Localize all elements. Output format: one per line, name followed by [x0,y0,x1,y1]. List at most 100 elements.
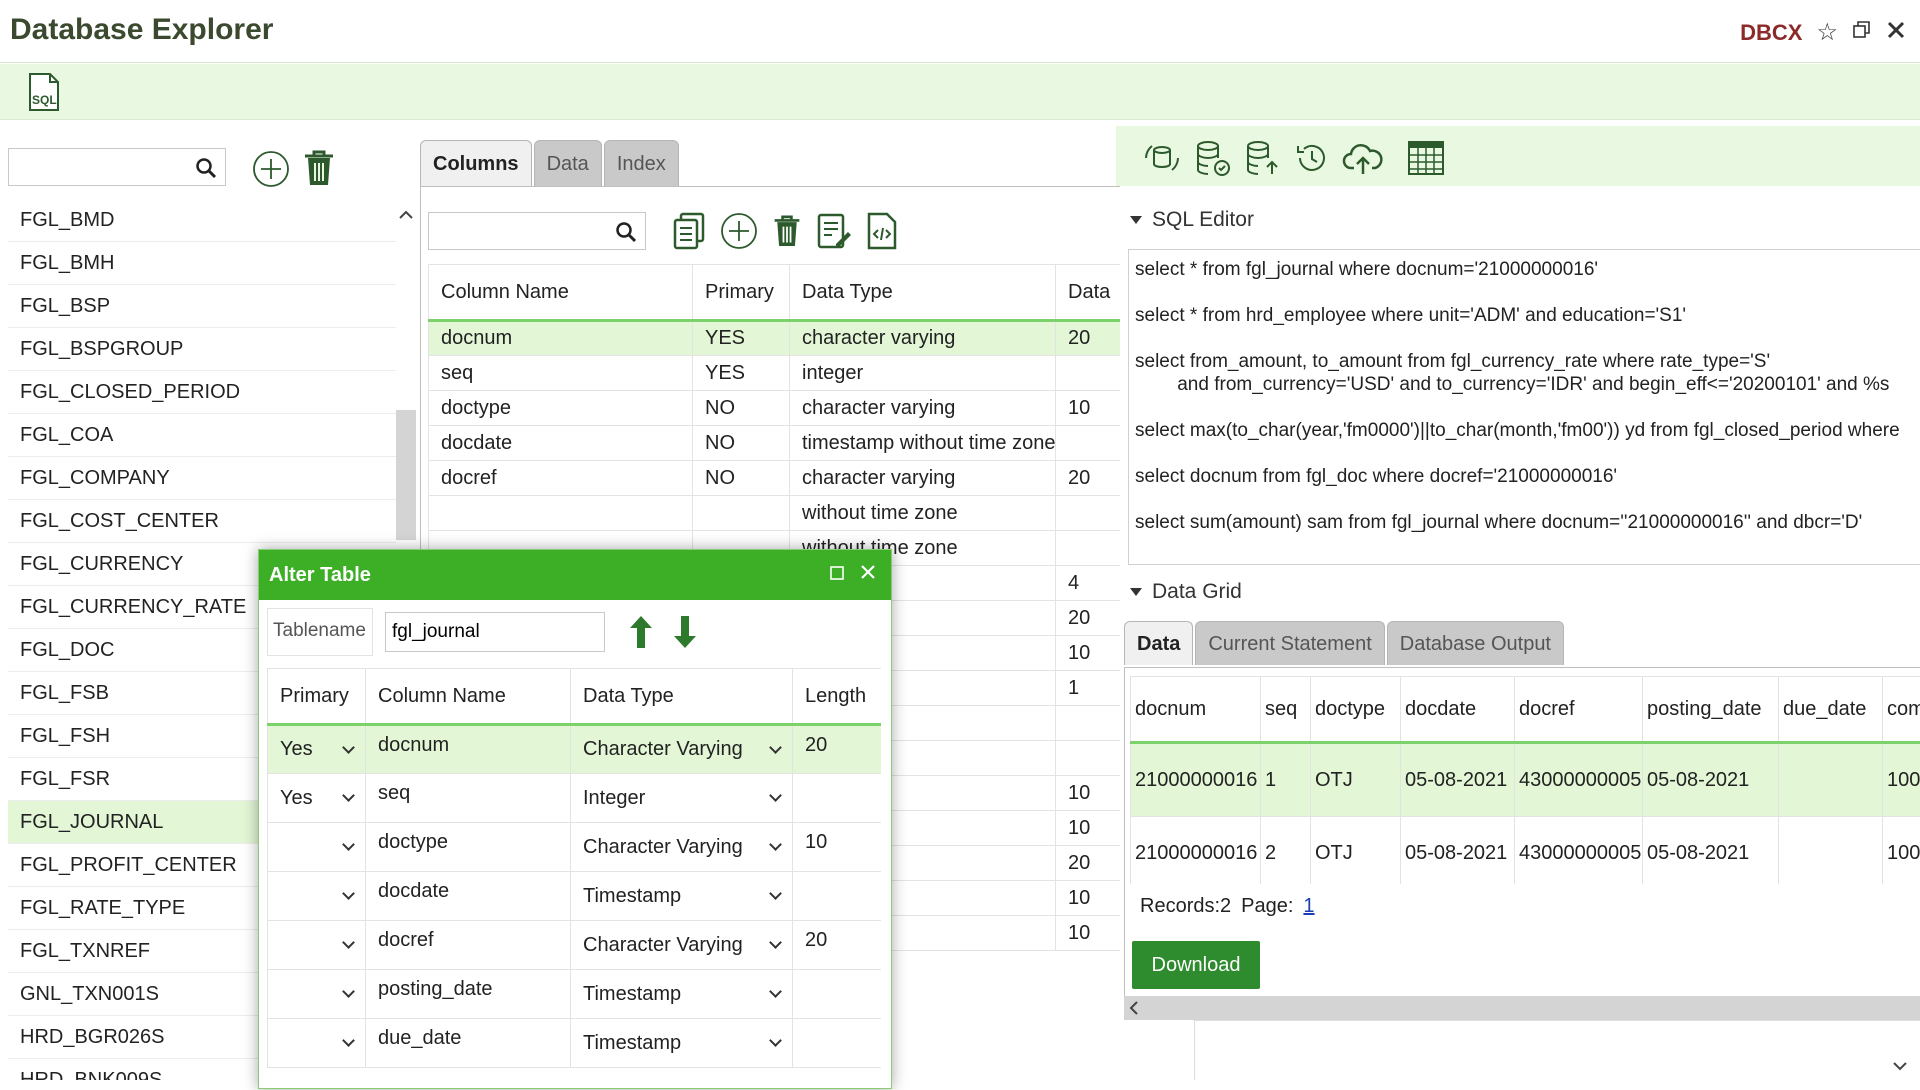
alter-table-row[interactable]: docref Character Varying 20 [268,921,882,970]
move-down-arrow-icon[interactable] [671,614,699,656]
table-list-item[interactable]: FGL_BMD [8,199,396,242]
data-type-select[interactable]: Character Varying [571,823,793,872]
data-type-select[interactable]: Timestamp [571,1019,793,1068]
column-name-input[interactable]: posting_date [366,970,571,1019]
page-link-1[interactable]: 1 [1303,895,1314,918]
data-type-select-box[interactable]: Timestamp [583,983,780,1006]
primary-select[interactable]: Yes [268,774,366,823]
history-icon[interactable] [1292,138,1332,184]
column-name-input[interactable]: doctype [366,823,571,872]
alter-table-row[interactable]: due_dateTimestamp [268,1019,882,1068]
primary-select-box[interactable] [280,845,353,849]
length-input[interactable] [793,970,882,1019]
edit-table-icon[interactable] [816,212,852,256]
tab-data[interactable]: Data [1124,621,1193,665]
result-column-header[interactable]: docdate [1401,677,1515,743]
result-column-header[interactable]: comp [1883,677,1920,743]
table-list-item[interactable]: FGL_CLOSED_PERIOD [8,371,396,414]
alter-table-row[interactable]: doctype Character Varying 10 [268,823,882,872]
data-type-select[interactable]: Timestamp [571,970,793,1019]
sql-editor-textarea[interactable]: select * from fgl_journal where docnum='… [1128,249,1920,565]
search-icon[interactable] [615,221,637,249]
cloud-upload-icon[interactable] [1342,138,1384,184]
sql-editor-header[interactable]: SQL Editor [1130,208,1254,232]
table-row[interactable]: without time zone [429,496,1121,531]
column-name-input[interactable]: docref [366,921,571,970]
table-list-item[interactable]: FGL_COA [8,414,396,457]
data-type-select-box[interactable]: Character Varying [583,934,780,957]
result-row[interactable]: 210000000162OTJ05-08-20214300000000505-0… [1131,817,1920,885]
data-type-select-box[interactable]: Character Varying [583,738,780,761]
column-header[interactable]: Column Name [429,265,693,321]
tab-database-output[interactable]: Database Output [1387,621,1564,665]
star-icon[interactable]: ☆ [1816,18,1838,47]
primary-select[interactable] [268,970,366,1019]
add-column-icon[interactable] [720,212,758,256]
tablename-input[interactable] [385,612,605,652]
table-list-scroll-thumb[interactable] [396,410,416,540]
column-name-input[interactable]: due_date [366,1019,571,1068]
sql-file-icon[interactable]: SQL [24,72,64,118]
primary-select-box[interactable] [280,894,353,898]
primary-select[interactable] [268,872,366,921]
primary-select-box[interactable] [280,943,353,947]
result-column-header[interactable]: doctype [1311,677,1401,743]
code-file-icon[interactable] [866,212,898,256]
result-hscroll[interactable] [1124,996,1920,1020]
length-input[interactable] [793,872,882,921]
alter-table-row[interactable]: YesseqInteger [268,774,882,823]
download-button[interactable]: Download [1132,941,1260,989]
primary-select-box[interactable]: Yes [280,738,353,761]
column-search-input[interactable] [429,213,645,249]
length-input[interactable] [793,774,882,823]
data-type-select[interactable]: Integer [571,774,793,823]
restore-icon[interactable] [1852,20,1872,46]
commit-db-icon[interactable] [1192,138,1232,184]
copy-icon[interactable] [672,212,706,256]
primary-select[interactable] [268,1019,366,1068]
table-row[interactable]: doctypeNOcharacter varying10 [429,391,1121,426]
column-header[interactable]: Primary [693,265,790,321]
tab-columns[interactable]: Columns [420,140,532,186]
column-name-input[interactable]: seq [366,774,571,823]
primary-select-box[interactable] [280,1041,353,1045]
table-row[interactable]: seqYESinteger [429,356,1121,391]
close-icon[interactable] [1886,20,1906,46]
table-list-item[interactable]: FGL_BMH [8,242,396,285]
table-list-item[interactable]: FGL_COST_CENTER [8,500,396,543]
length-input[interactable]: 20 [793,725,882,774]
primary-select[interactable] [268,823,366,872]
upload-db-icon[interactable] [1242,138,1282,184]
result-column-header[interactable]: posting_date [1643,677,1779,743]
grid-table-icon[interactable] [1406,138,1446,184]
maximize-icon[interactable] [829,550,845,600]
tab-current-statement[interactable]: Current Statement [1195,621,1384,665]
close-icon[interactable] [859,550,877,600]
alter-table-row[interactable]: docdateTimestamp [268,872,882,921]
primary-select[interactable]: Yes [268,725,366,774]
tab-data[interactable]: Data [534,140,602,186]
table-row[interactable]: docrefNOcharacter varying20 [429,461,1121,496]
length-input[interactable]: 20 [793,921,882,970]
result-row[interactable]: 210000000161OTJ05-08-20214300000000505-0… [1131,743,1920,817]
data-type-select[interactable]: Character Varying [571,725,793,774]
refresh-db-icon[interactable] [1142,138,1182,184]
column-name-input[interactable]: docnum [366,725,571,774]
data-type-select[interactable]: Character Varying [571,921,793,970]
add-table-icon[interactable] [252,150,290,194]
data-type-select-box[interactable]: Character Varying [583,836,780,859]
move-up-arrow-icon[interactable] [627,614,655,656]
table-search-input[interactable] [9,149,225,185]
column-name-input[interactable]: docdate [366,872,571,921]
alter-table-row[interactable]: posting_date Timestamp [268,970,882,1019]
result-column-header[interactable]: docnum [1131,677,1261,743]
data-type-select[interactable]: Timestamp [571,872,793,921]
delete-table-icon[interactable] [302,148,336,194]
table-row[interactable]: docnumYEScharacter varying20 [429,321,1121,356]
table-list-item[interactable]: FGL_BSP [8,285,396,328]
length-input[interactable] [793,1019,882,1068]
length-input[interactable]: 10 [793,823,882,872]
column-header[interactable]: Data [1056,265,1121,321]
table-row[interactable]: docdateNOtimestamp without time zone [429,426,1121,461]
alter-table-row[interactable]: Yes docnum Character Varying 20 [268,725,882,774]
